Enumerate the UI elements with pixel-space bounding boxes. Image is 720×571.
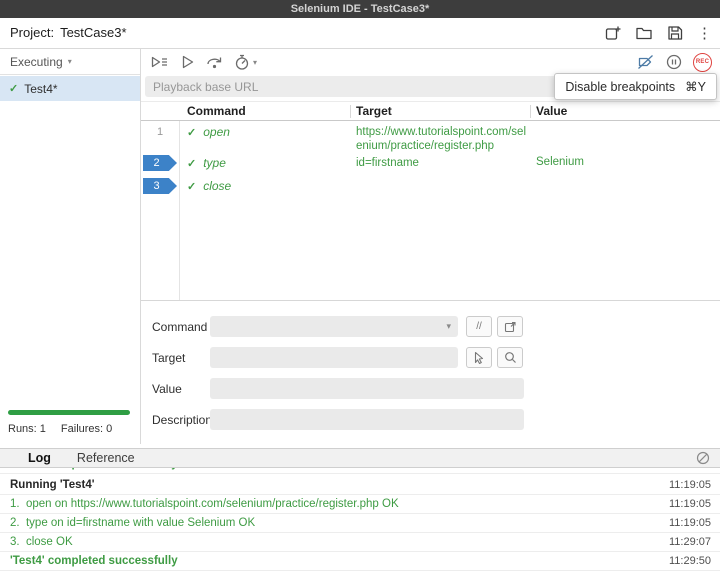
new-file-icon bbox=[604, 24, 622, 42]
target-cell: id=firstname bbox=[356, 157, 419, 169]
run-current-test-button[interactable] bbox=[178, 53, 196, 71]
project-name: TestCase3* bbox=[60, 25, 127, 40]
command-select[interactable]: ▾ bbox=[210, 316, 458, 337]
column-target: Target bbox=[356, 104, 392, 118]
tooltip-text: Disable breakpoints bbox=[565, 79, 676, 94]
kebab-menu-icon: ⋮ bbox=[697, 24, 712, 42]
save-icon bbox=[666, 24, 684, 42]
test-passed-icon: ✓ bbox=[9, 83, 19, 95]
command-field-label: Command bbox=[152, 320, 208, 334]
comment-toggle-button[interactable]: // bbox=[466, 316, 492, 337]
open-project-button[interactable] bbox=[635, 24, 653, 42]
rec-label: REC bbox=[695, 59, 710, 65]
record-button[interactable]: REC bbox=[693, 52, 712, 72]
log-entry: 2. type on id=firstname with value Selen… bbox=[0, 514, 720, 533]
log-entry: 1. open on https://www.tutorialspoint.co… bbox=[0, 495, 720, 514]
value-field-label: Value bbox=[152, 382, 182, 396]
comment-icon: // bbox=[476, 321, 482, 332]
column-separator bbox=[530, 105, 531, 118]
command-name: close bbox=[203, 179, 232, 193]
open-window-icon bbox=[504, 321, 517, 333]
search-icon bbox=[504, 351, 517, 364]
command-row-1[interactable]: 1 ✓ open https://www.tutorialspoint.com/… bbox=[141, 121, 720, 152]
run-all-icon bbox=[149, 53, 169, 71]
bottom-panel-tabbar: Log Reference bbox=[0, 448, 720, 468]
project-label: Project: bbox=[10, 25, 55, 40]
stopwatch-icon bbox=[233, 53, 251, 71]
command-name: open bbox=[203, 125, 230, 139]
log-entry: 'Test4' completed successfully 11:29:50 bbox=[0, 552, 720, 571]
execution-speed-button[interactable]: ▾ bbox=[233, 53, 257, 71]
step-passed-icon: ✓ bbox=[187, 180, 197, 193]
breakpoint-badge[interactable]: 2 bbox=[143, 155, 177, 171]
chevron-down-icon: ▾ bbox=[67, 57, 72, 66]
breakpoint-badge[interactable]: 3 bbox=[143, 178, 177, 194]
clear-log-icon bbox=[696, 451, 710, 465]
column-command: Command bbox=[187, 104, 246, 118]
command-cell: ✓ type bbox=[187, 152, 226, 174]
step-over-button[interactable] bbox=[205, 53, 224, 71]
column-separator bbox=[350, 105, 351, 118]
open-in-window-button[interactable] bbox=[497, 316, 523, 337]
command-cell: ✓ open bbox=[187, 121, 230, 143]
playback-toolbar: ▾ REC bbox=[141, 49, 720, 75]
step-over-icon bbox=[205, 53, 224, 71]
clear-log-button[interactable] bbox=[696, 451, 710, 465]
disable-breakpoints-button[interactable] bbox=[636, 53, 655, 71]
run-progress-bar bbox=[8, 410, 130, 415]
sidebar-item-test4[interactable]: ✓ Test4* bbox=[0, 76, 140, 101]
pause-on-exceptions-button[interactable] bbox=[665, 53, 683, 71]
tab-log[interactable]: Log bbox=[28, 451, 51, 465]
window-titlebar: Selenium IDE - TestCase3* bbox=[0, 0, 720, 18]
pointer-icon bbox=[473, 351, 485, 364]
chevron-down-icon: ▾ bbox=[446, 321, 451, 331]
table-bottom-divider bbox=[141, 300, 720, 301]
sidebar-view-label: Executing bbox=[10, 54, 63, 69]
step-passed-icon: ✓ bbox=[187, 157, 197, 170]
log-entry: 3. close OK 11:29:07 bbox=[0, 533, 720, 552]
new-test-button[interactable] bbox=[604, 24, 622, 42]
play-icon bbox=[178, 53, 196, 71]
runs-count: Runs: 1 bbox=[8, 423, 46, 435]
target-field-label: Target bbox=[152, 351, 186, 365]
pause-on-exceptions-icon bbox=[665, 53, 683, 71]
test-name: Test4* bbox=[24, 81, 58, 96]
description-input[interactable] bbox=[210, 409, 524, 430]
save-project-button[interactable] bbox=[666, 24, 684, 42]
run-all-tests-button[interactable] bbox=[149, 53, 169, 71]
disable-breakpoints-tooltip: Disable breakpoints ⌘Y bbox=[554, 73, 717, 100]
window-title: Selenium IDE - TestCase3* bbox=[290, 3, 430, 15]
target-cell: https://www.tutorialspoint.com/selenium/… bbox=[356, 126, 527, 152]
project-header: Project: TestCase3* ⋮ bbox=[0, 18, 720, 48]
tooltip-shortcut: ⌘Y bbox=[685, 80, 706, 94]
select-target-button[interactable] bbox=[466, 347, 492, 368]
command-name: type bbox=[203, 156, 226, 170]
column-value: Value bbox=[536, 104, 568, 118]
command-row-3[interactable]: 3 ✓ close bbox=[141, 175, 720, 198]
value-input[interactable] bbox=[210, 378, 524, 399]
command-cell: ✓ close bbox=[187, 175, 231, 197]
chevron-down-icon: ▾ bbox=[253, 57, 258, 67]
run-stats: Runs: 1 Failures: 0 bbox=[8, 423, 112, 435]
disable-breakpoints-icon bbox=[636, 53, 655, 71]
tab-reference[interactable]: Reference bbox=[77, 451, 135, 465]
description-field-label: Description bbox=[152, 413, 213, 427]
failures-count: Failures: 0 bbox=[60, 423, 113, 435]
more-menu-button[interactable]: ⋮ bbox=[697, 26, 712, 41]
row-number[interactable]: 1 bbox=[141, 121, 179, 143]
folder-icon bbox=[635, 24, 653, 42]
project-title: Project: TestCase3* bbox=[10, 18, 127, 48]
sidebar-view-dropdown[interactable]: Executing ▾ bbox=[0, 49, 140, 75]
target-input[interactable] bbox=[210, 347, 458, 368]
command-row-2[interactable]: 2 ✓ type id=firstname Selenium bbox=[141, 152, 720, 175]
commands-table-header: Command Target Value bbox=[141, 101, 720, 121]
step-passed-icon: ✓ bbox=[187, 126, 197, 139]
value-cell: Selenium bbox=[536, 156, 584, 168]
find-target-button[interactable] bbox=[497, 347, 523, 368]
log-entry: Running 'Test4' 11:19:05 bbox=[0, 476, 720, 495]
